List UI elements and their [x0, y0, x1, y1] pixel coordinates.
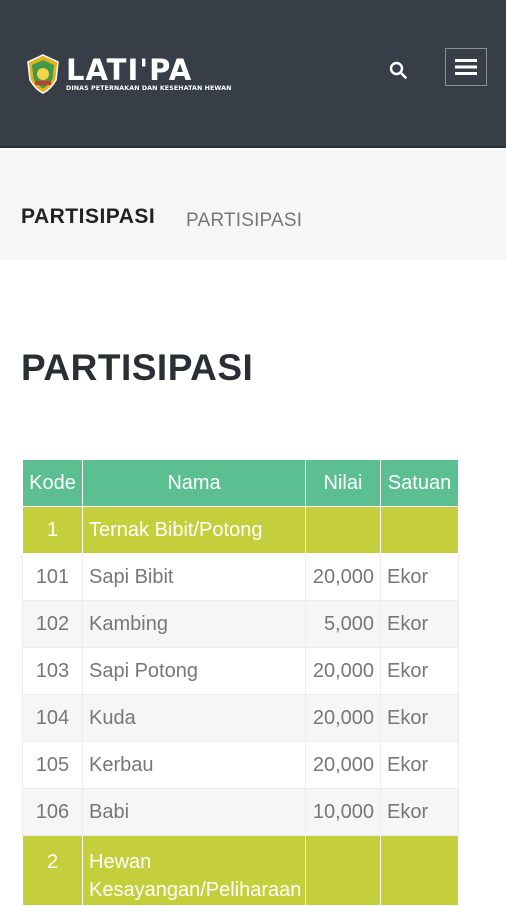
column-header-kode: Kode — [22, 459, 83, 507]
logo-title: LATI'PA — [66, 53, 193, 87]
cell-satuan — [380, 835, 459, 906]
cell-nilai: 20,000 — [305, 694, 381, 742]
cell-satuan: Ekor — [380, 788, 459, 836]
cell-kode: 105 — [22, 741, 83, 789]
cell-nilai — [305, 835, 381, 906]
cell-kode: 1 — [22, 506, 83, 554]
cell-nama: Babi — [82, 788, 306, 836]
column-header-nilai: Nilai — [305, 459, 381, 507]
cell-nama: Sapi Bibit — [82, 553, 306, 601]
breadcrumb-current[interactable]: PARTISIPASI — [186, 210, 302, 232]
hamburger-menu-icon — [455, 59, 477, 75]
cell-nama: Kuda — [82, 694, 306, 742]
cell-nama: Ternak Bibit/Potong — [82, 506, 306, 554]
cell-kode: 104 — [22, 694, 83, 742]
table-header-row: Kode Nama Nilai Satuan — [22, 459, 459, 507]
emblem-icon — [26, 54, 60, 94]
table-row: 105 Kerbau 20,000 Ekor — [22, 741, 459, 789]
cell-nilai: 5,000 — [305, 600, 381, 648]
cell-satuan: Ekor — [380, 647, 459, 695]
cell-satuan: Ekor — [380, 694, 459, 742]
cell-nilai — [305, 506, 381, 554]
column-header-nama: Nama — [82, 459, 306, 507]
cell-nilai: 10,000 — [305, 788, 381, 836]
cell-nilai: 20,000 — [305, 553, 381, 601]
column-header-satuan: Satuan — [380, 459, 459, 507]
menu-toggle-button[interactable] — [445, 48, 487, 86]
breadcrumb-title: PARTISIPASI — [21, 205, 156, 228]
cell-nilai: 20,000 — [305, 741, 381, 789]
table-row: 104 Kuda 20,000 Ekor — [22, 694, 459, 742]
cell-satuan: Ekor — [380, 741, 459, 789]
top-navbar: LATI'PA DINAS PETERNAKAN DAN KESEHATAN H… — [0, 0, 506, 148]
table-group-row: 1 Ternak Bibit/Potong — [22, 506, 459, 554]
cell-satuan: Ekor — [380, 553, 459, 601]
cell-satuan: Ekor — [380, 600, 459, 648]
cell-kode: 106 — [22, 788, 83, 836]
cell-nama: Kambing — [82, 600, 306, 648]
table-group-row: 2 Hewan Kesayangan/Peliharaan — [22, 835, 459, 906]
cell-nama: Hewan Kesayangan/Peliharaan — [82, 835, 306, 906]
cell-kode: 2 — [22, 835, 83, 906]
table-row: 101 Sapi Bibit 20,000 Ekor — [22, 553, 459, 601]
table-row: 103 Sapi Potong 20,000 Ekor — [22, 647, 459, 695]
participation-table: Kode Nama Nilai Satuan 1 Ternak Bibit/Po… — [22, 459, 459, 906]
cell-nama: Sapi Potong — [82, 647, 306, 695]
cell-kode: 103 — [22, 647, 83, 695]
table-row: 102 Kambing 5,000 Ekor — [22, 600, 459, 648]
cell-kode: 101 — [22, 553, 83, 601]
page-title: PARTISIPASI — [21, 347, 254, 388]
table-row: 106 Babi 10,000 Ekor — [22, 788, 459, 836]
site-logo[interactable]: LATI'PA DINAS PETERNAKAN DAN KESEHATAN H… — [26, 52, 232, 96]
cell-kode: 102 — [22, 600, 83, 648]
logo-subtitle: DINAS PETERNAKAN DAN KESEHATAN HEWAN — [66, 85, 232, 92]
cell-nilai: 20,000 — [305, 647, 381, 695]
cell-satuan — [380, 506, 459, 554]
cell-nama: Kerbau — [82, 741, 306, 789]
search-button[interactable] — [386, 58, 410, 82]
search-icon — [389, 61, 407, 79]
